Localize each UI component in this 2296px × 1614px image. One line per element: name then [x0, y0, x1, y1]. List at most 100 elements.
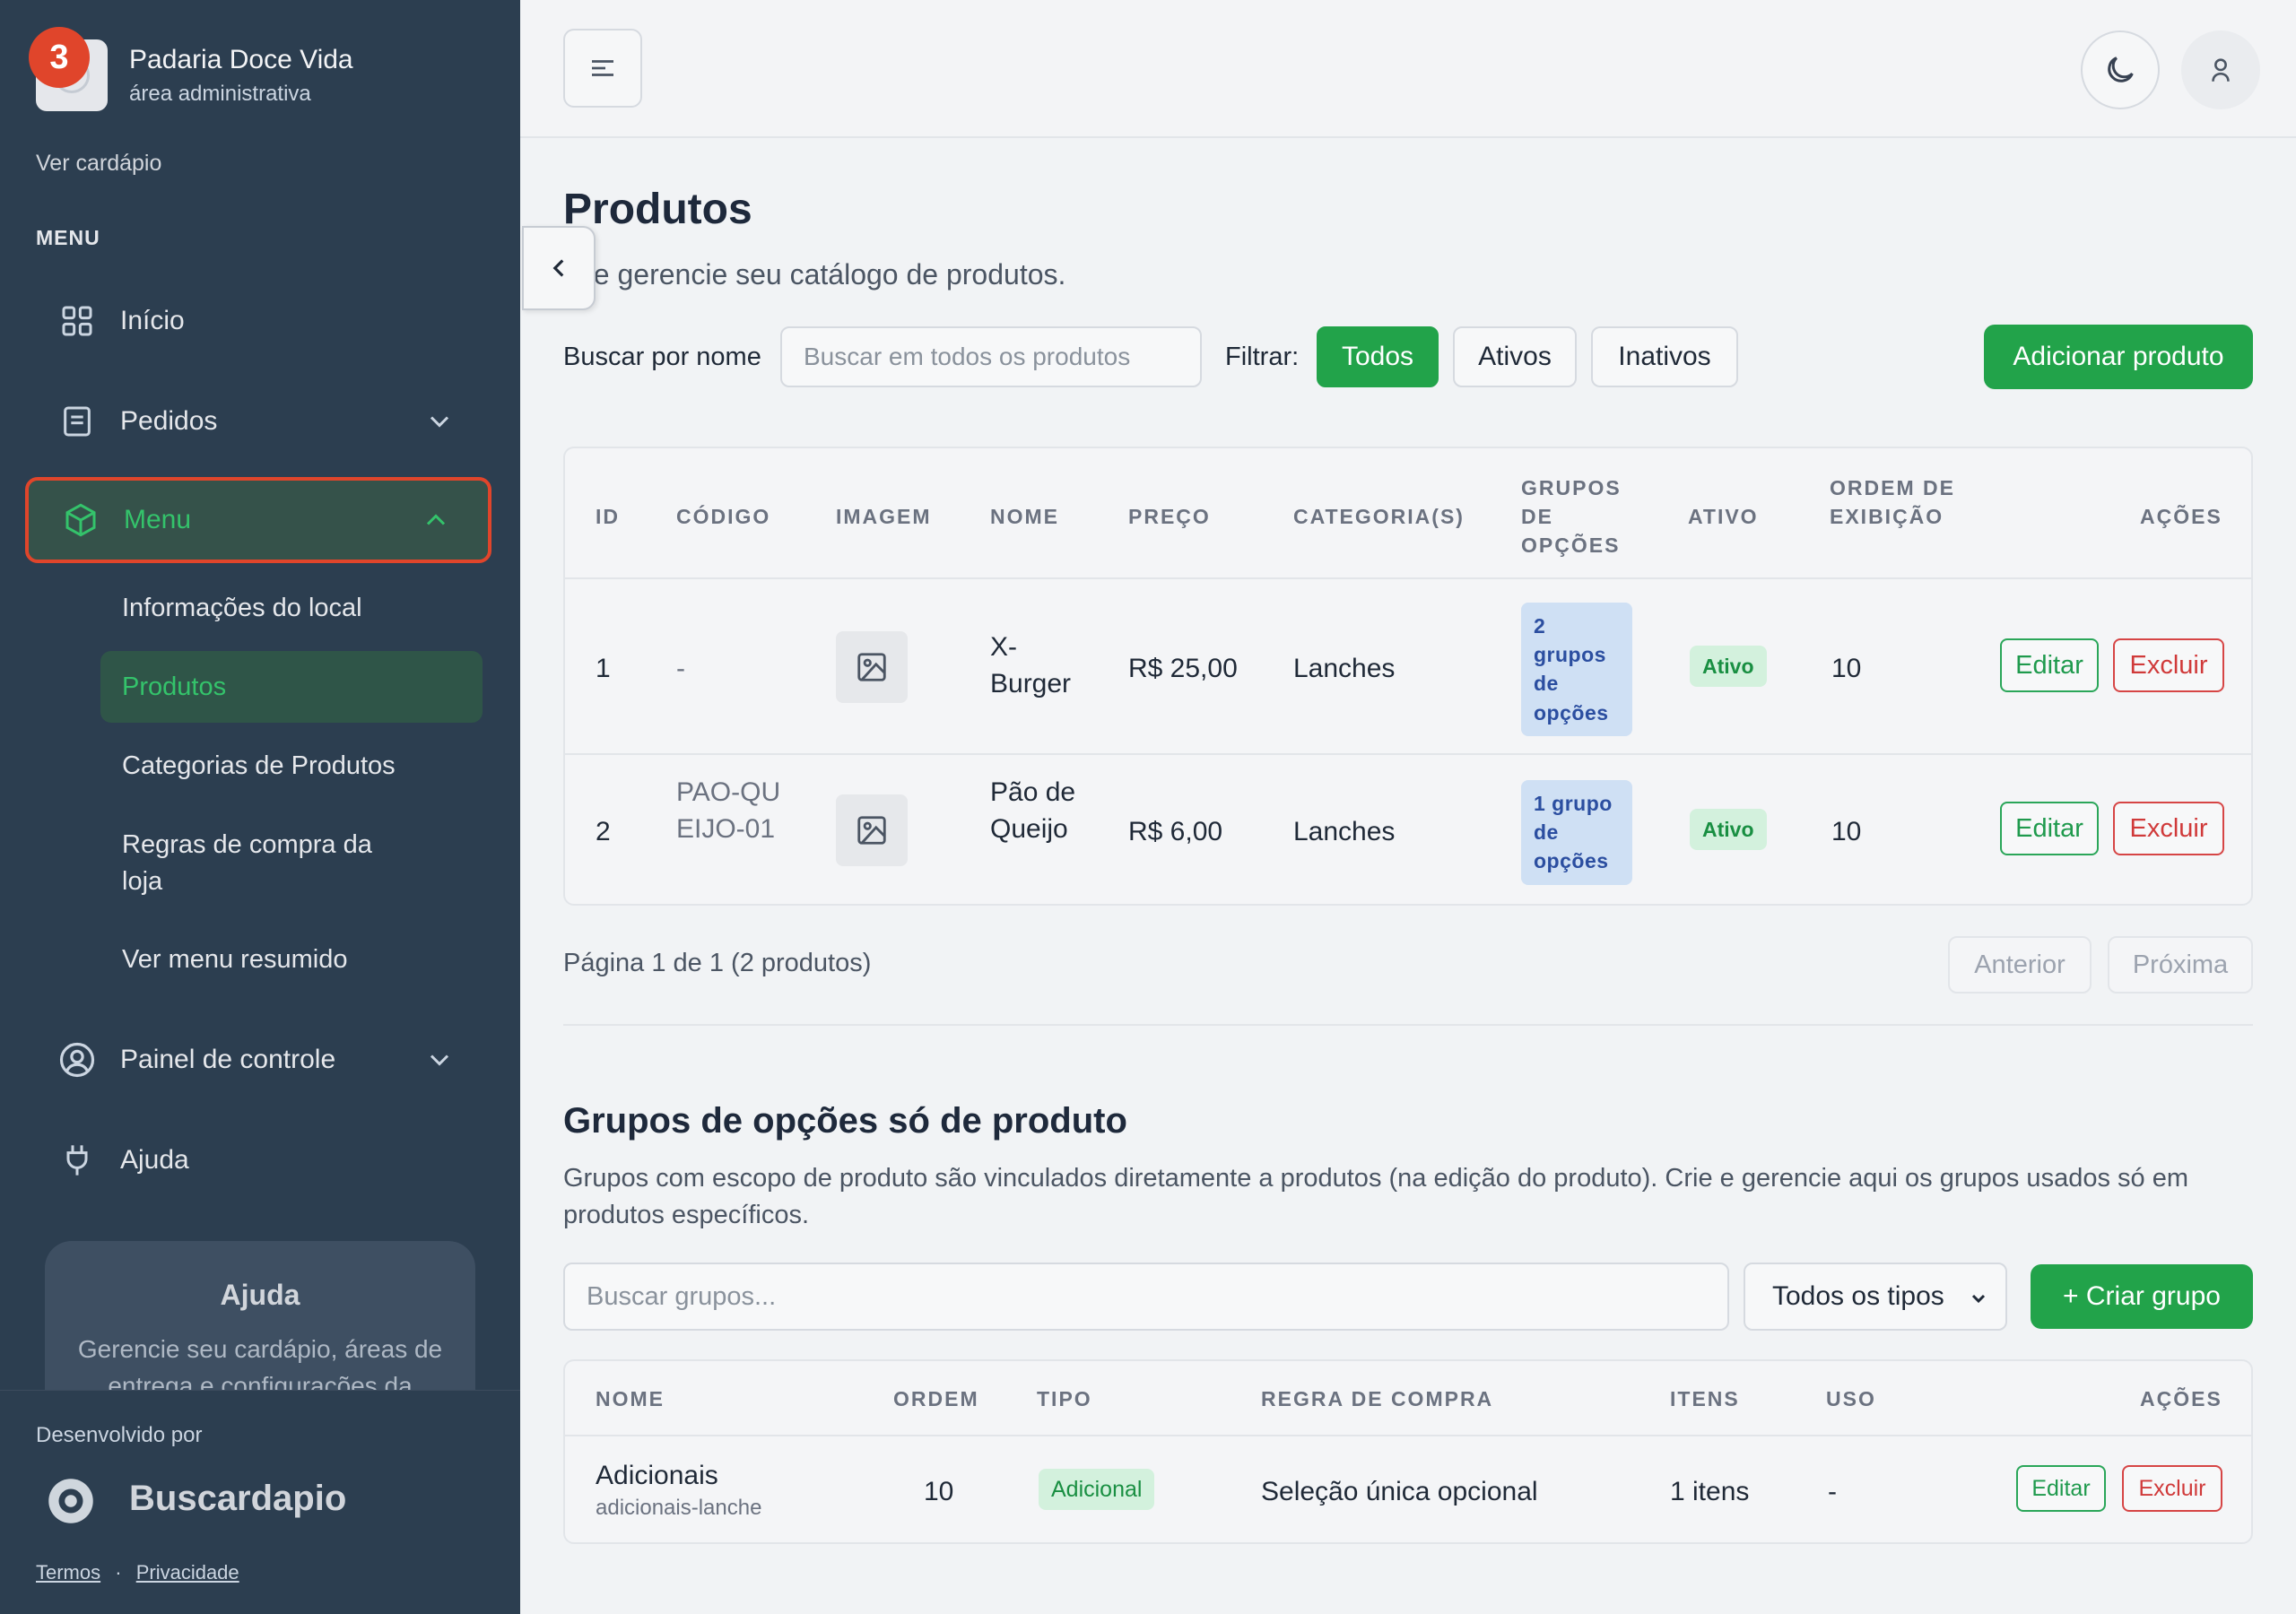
delete-button[interactable]: Excluir [2113, 638, 2224, 692]
option-groups-badge: 1 grupo de opções [1521, 780, 1632, 885]
cell-codigo: - [676, 654, 685, 683]
user-menu-button[interactable] [2181, 30, 2260, 109]
column-header-grupos: GRUPOS DE OPÇÕES [1521, 476, 1622, 558]
group-slug: adicionais-lanche [596, 1496, 762, 1520]
add-product-button[interactable]: Adicionar produto [1984, 325, 2253, 389]
help-card-text: Gerencie seu cardápio, áreas de entrega … [77, 1335, 443, 1390]
privacy-link[interactable]: Privacidade [136, 1561, 239, 1584]
menu-lines-icon [592, 60, 613, 76]
cell-regra: Seleção única opcional [1261, 1477, 1538, 1506]
pagination-info: Página 1 de 1 (2 produtos) [563, 949, 872, 977]
sidebar-item-label: Pedidos [120, 406, 218, 436]
group-name: Adicionais [596, 1461, 718, 1490]
row-divider [565, 753, 2251, 755]
prev-page-button[interactable]: Anterior [1948, 936, 2092, 994]
sidebar: 3 Padaria Doce Vida área administrativa … [0, 0, 520, 1614]
filter-ativos-button[interactable]: Ativos [1453, 326, 1577, 387]
sidebar-item-label: Ajuda [120, 1145, 189, 1175]
cell-id: 2 [596, 817, 611, 846]
cell-categoria: Lanches [1293, 817, 1396, 846]
image-icon [857, 653, 886, 681]
cell-nome: X-Burger [990, 632, 1072, 699]
column-header-nome: NOME [990, 505, 1059, 528]
menu-toggle-button[interactable] [563, 29, 642, 108]
brand-name: Padaria Doce Vida [129, 45, 353, 74]
chevron-down-icon [1971, 1294, 1986, 1304]
edit-button[interactable]: Editar [2000, 638, 2099, 692]
product-image-placeholder [836, 794, 908, 866]
footer-separator: · [115, 1561, 122, 1584]
filter-row: Buscar por nome Filtrar: Todos Ativos In… [563, 325, 2253, 389]
search-label: Buscar por nome [563, 343, 761, 371]
sidebar-collapse-button[interactable] [522, 226, 596, 310]
column-header-acoes: AÇÕES [2140, 1387, 2222, 1410]
user-icon [2212, 58, 2230, 82]
column-header-id: ID [596, 505, 620, 528]
option-groups-badge: 2 grupos de opções [1521, 603, 1632, 736]
filter-todos-button[interactable]: Todos [1317, 326, 1439, 387]
column-header-codigo: CÓDIGO [676, 505, 771, 528]
column-header-imagem: IMAGEM [836, 505, 932, 528]
cell-ordem: 10 [1831, 654, 1862, 683]
section-divider [563, 1024, 2253, 1026]
topbar [520, 0, 2296, 138]
option-groups-description: Grupos com escopo de produto são vincula… [563, 1164, 2188, 1229]
cell-ordem: 10 [924, 1477, 954, 1506]
plug-icon [57, 1141, 97, 1180]
cell-itens: 1 itens [1670, 1477, 1750, 1506]
box-icon [61, 500, 100, 540]
user-circle-icon [57, 1040, 97, 1080]
column-header-ativo: ATIVO [1688, 505, 1759, 528]
submenu-item-regras[interactable]: Regras de compra da loja [100, 823, 441, 904]
type-badge: Adicional [1039, 1469, 1155, 1510]
status-badge: Ativo [1690, 646, 1767, 687]
cell-preco: R$ 6,00 [1128, 817, 1223, 846]
sidebar-item-inicio[interactable]: Início [25, 278, 491, 364]
status-badge: Ativo [1690, 809, 1767, 850]
create-group-button[interactable]: + Criar grupo [2031, 1264, 2253, 1329]
submenu-item-menu-resumido[interactable]: Ver menu resumido [100, 934, 483, 985]
submenu-item-produtos[interactable]: Produtos [100, 651, 483, 723]
receipt-icon [57, 402, 97, 441]
cell-nome: Pão de Queijo [990, 777, 1076, 844]
page-subtitle: ie e gerencie seu catálogo de produtos. [563, 258, 1066, 291]
footer-links: Termos · Privacidade [36, 1561, 239, 1584]
product-image-placeholder [836, 631, 908, 703]
notification-badge: 3 [29, 27, 90, 88]
column-header-uso: USO [1826, 1387, 1876, 1410]
edit-button[interactable]: Editar [2016, 1465, 2106, 1512]
column-header-nome: NOME [596, 1387, 665, 1410]
row-divider [565, 1435, 2251, 1436]
sidebar-footer: Desenvolvido por Buscardapio Termos · Pr… [0, 1390, 520, 1614]
theme-toggle-button[interactable] [2081, 30, 2160, 109]
column-header-acoes: AÇÕES [2140, 505, 2222, 528]
cell-uso: - [1828, 1477, 1837, 1506]
type-filter-select[interactable]: Todos os tipos [1744, 1263, 2007, 1331]
edit-button[interactable]: Editar [2000, 802, 2099, 855]
submenu-item-categorias[interactable]: Categorias de Produtos [100, 741, 483, 791]
buscardapio-logo-icon [48, 1479, 93, 1523]
sidebar-item-ajuda[interactable]: Ajuda [25, 1117, 491, 1203]
cell-ordem: 10 [1831, 817, 1862, 846]
column-header-regra: REGRA DE COMPRA [1261, 1387, 1494, 1410]
submenu-item-info-local[interactable]: Informações do local [100, 583, 483, 633]
view-menu-link[interactable]: Ver cardápio [36, 151, 161, 177]
product-search-input[interactable] [780, 326, 1202, 387]
column-header-categorias: CATEGORIA(S) [1293, 505, 1465, 528]
group-search-input[interactable] [563, 1263, 1729, 1331]
products-table: ID CÓDIGO IMAGEM NOME PREÇO CATEGORIA(S)… [563, 447, 2253, 906]
delete-button[interactable]: Excluir [2113, 802, 2224, 855]
sidebar-item-pedidos[interactable]: Pedidos [25, 378, 491, 464]
delete-button[interactable]: Excluir [2122, 1465, 2222, 1512]
column-header-itens: ITENS [1670, 1387, 1740, 1410]
sidebar-item-painel[interactable]: Painel de controle [25, 1017, 491, 1103]
filter-inativos-button[interactable]: Inativos [1591, 326, 1738, 387]
buscardapio-brand: Buscardapio [129, 1479, 347, 1518]
column-header-preco: PREÇO [1128, 505, 1211, 528]
sidebar-item-menu[interactable]: Menu [25, 477, 491, 563]
terms-link[interactable]: Termos [36, 1561, 100, 1584]
menu-heading: MENU [36, 226, 100, 249]
sidebar-item-label: Painel de controle [120, 1045, 336, 1074]
next-page-button[interactable]: Próxima [2108, 936, 2253, 994]
developed-by-label: Desenvolvido por [36, 1423, 203, 1447]
